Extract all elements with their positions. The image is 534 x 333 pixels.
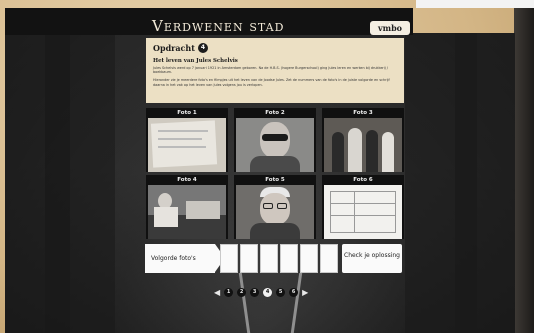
- paper-photo-icon: [148, 118, 226, 172]
- order-slot-5[interactable]: [300, 244, 318, 273]
- wedding-group-photo-icon: [324, 118, 402, 172]
- page-button-4[interactable]: 4: [263, 288, 273, 297]
- site-title: Verdwenen stad: [152, 17, 285, 35]
- next-page-icon[interactable]: ▶: [302, 288, 308, 297]
- photo-label: Foto 6: [353, 177, 373, 183]
- photo-card-5[interactable]: Foto 5: [234, 175, 316, 239]
- order-slot-6[interactable]: [320, 244, 338, 273]
- prev-page-icon[interactable]: ◀: [214, 288, 220, 297]
- photo-card-3[interactable]: Foto 3: [322, 108, 404, 172]
- level-button[interactable]: vmbo: [370, 21, 410, 35]
- window-edge: [514, 8, 534, 333]
- man-at-desk-photo-icon: [148, 185, 226, 239]
- check-solution-button[interactable]: Check je oplossing: [342, 244, 402, 273]
- assignment-subtitle: Het leven van Jules Schelvis: [153, 58, 238, 64]
- photo-label: Foto 3: [353, 110, 373, 116]
- photo-card-2[interactable]: Foto 2: [234, 108, 316, 172]
- pagination: ◀ 1 2 3 4 5 6 ▶: [214, 288, 308, 297]
- document-card-photo-icon: [324, 185, 402, 239]
- photo-order-label: Volgorde foto's: [145, 244, 215, 273]
- order-slot-4[interactable]: [280, 244, 298, 273]
- order-slot-2[interactable]: [240, 244, 258, 273]
- photo-label: Foto 2: [265, 110, 285, 116]
- photo-label: Foto 1: [177, 110, 197, 116]
- assignment-label: Opdracht: [153, 43, 195, 53]
- assignment-panel: Opdracht 4 Het leven van Jules Schelvis …: [146, 38, 404, 103]
- page-button-2[interactable]: 2: [237, 288, 247, 297]
- page-button-1[interactable]: 1: [224, 288, 234, 297]
- photo-card-1[interactable]: Foto 1: [146, 108, 228, 172]
- assignment-intro: Jules Schelvis werd op 7 januari 1921 in…: [153, 66, 388, 75]
- old-man-portrait-icon: [236, 118, 314, 172]
- photo-card-6[interactable]: Foto 6: [322, 175, 404, 239]
- assignment-instruction: Hieronder zie je meerdere foto's en film…: [153, 78, 390, 87]
- window-corner: [416, 0, 534, 8]
- page-button-6[interactable]: 6: [289, 288, 299, 297]
- photo-card-4[interactable]: Foto 4: [146, 175, 228, 239]
- order-slot-1[interactable]: [220, 244, 238, 273]
- page-button-3[interactable]: 3: [250, 288, 260, 297]
- order-slot-3[interactable]: [260, 244, 278, 273]
- assignment-number-badge: 4: [197, 43, 208, 53]
- photo-label: Foto 4: [177, 177, 197, 183]
- photo-label: Foto 5: [265, 177, 285, 183]
- page-button-5[interactable]: 5: [276, 288, 286, 297]
- title-bar: Verdwenen stad vmbo: [5, 8, 413, 35]
- elderly-man-glasses-photo-icon: [236, 185, 314, 239]
